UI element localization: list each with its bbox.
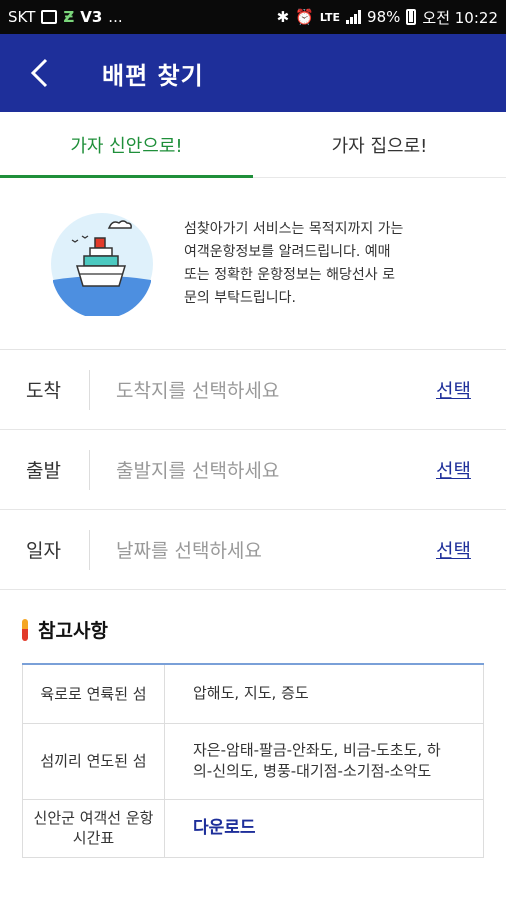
intro-line: 문의 부탁드립니다.	[184, 289, 296, 306]
table-value-cell: 다운로드	[164, 798, 484, 858]
carrier-label: SKT	[8, 8, 36, 26]
departure-label: 출발	[0, 449, 90, 490]
table-row: 육로로 연륙된 섬 압해도, 지도, 증도	[22, 663, 484, 724]
intro-section: 섬찾아가기 서비스는 목적지까지 가는 여객운항정보를 알려드립니다. 예매 또…	[0, 178, 506, 350]
table-value: 자은-암태-팔금-안좌도, 비금-도초도, 하의-신의도, 병풍-대기점-소기점…	[164, 722, 484, 800]
departure-row: 출발 출발지를 선택하세요 선택	[0, 430, 506, 510]
notice-heading: 참고사항	[22, 616, 484, 643]
battery-percent: 98%	[367, 8, 401, 26]
download-link[interactable]: 다운로드	[193, 818, 256, 838]
tab-to-sinan[interactable]: 가자 신안으로!	[0, 112, 253, 178]
notice-marker-icon	[22, 618, 28, 641]
bluetooth-icon: ✱	[276, 8, 290, 26]
signal-icon	[346, 10, 362, 24]
alarm-icon: ⏰	[295, 8, 314, 26]
destination-row: 도착 도착지를 선택하세요 선택	[0, 350, 506, 430]
app-icon: Ƶ	[63, 8, 75, 26]
lte-label: LTE	[319, 10, 341, 24]
status-bar: SKT Ƶ V3 ... ✱ ⏰ LTE 98% 오전 10:22	[0, 0, 506, 34]
more-notifications: ...	[108, 8, 123, 26]
destination-field[interactable]: 도착지를 선택하세요	[90, 376, 436, 403]
tab-bar: 가자 신안으로! 가자 집으로!	[0, 112, 506, 178]
notice-table: 육로로 연륙된 섬 압해도, 지도, 증도 섬끼리 연도된 섬 자은-암태-팔금…	[22, 663, 484, 858]
battery-icon	[406, 9, 417, 25]
tab-to-home[interactable]: 가자 집으로!	[253, 112, 506, 177]
notice-section: 참고사항 육로로 연륙된 섬 압해도, 지도, 증도 섬끼리 연도된 섬 자은-…	[0, 590, 506, 900]
notice-title: 참고사항	[38, 620, 108, 642]
table-key: 신안군 여객선 운항 시간표	[22, 798, 165, 858]
table-value: 압해도, 지도, 증도	[164, 663, 484, 724]
table-key: 섬끼리 연도된 섬	[22, 722, 165, 800]
intro-line: 섬찾아가기 서비스는 목적지까지 가는	[184, 220, 404, 237]
table-row: 섬끼리 연도된 섬 자은-암태-팔금-안좌도, 비금-도초도, 하의-신의도, …	[22, 722, 484, 800]
chevron-left-icon	[30, 58, 48, 88]
app-bar: 배편 찾기	[0, 34, 506, 112]
destination-label: 도착	[0, 369, 90, 410]
date-field[interactable]: 날짜를 선택하세요	[90, 536, 436, 563]
date-label: 일자	[0, 529, 90, 570]
intro-description: 섬찾아가기 서비스는 목적지까지 가는 여객운항정보를 알려드립니다. 예매 또…	[184, 218, 403, 310]
date-row: 일자 날짜를 선택하세요 선택	[0, 510, 506, 590]
ship-icon	[51, 212, 153, 316]
v3-icon: V3	[80, 8, 103, 26]
date-select-link[interactable]: 선택	[436, 536, 506, 563]
table-key: 육로로 연륙된 섬	[22, 663, 165, 724]
back-button[interactable]	[20, 53, 60, 93]
clock: 오전 10:22	[422, 8, 498, 27]
page-title: 배편 찾기	[102, 61, 204, 90]
intro-line: 또는 정확한 운항정보는 해당선사 로	[184, 266, 395, 283]
destination-select-link[interactable]: 선택	[436, 376, 506, 403]
departure-select-link[interactable]: 선택	[436, 456, 506, 483]
gallery-icon	[41, 10, 58, 24]
table-row: 신안군 여객선 운항 시간표 다운로드	[22, 798, 484, 858]
departure-field[interactable]: 출발지를 선택하세요	[90, 456, 436, 483]
intro-line: 여객운항정보를 알려드립니다. 예매	[184, 243, 391, 260]
